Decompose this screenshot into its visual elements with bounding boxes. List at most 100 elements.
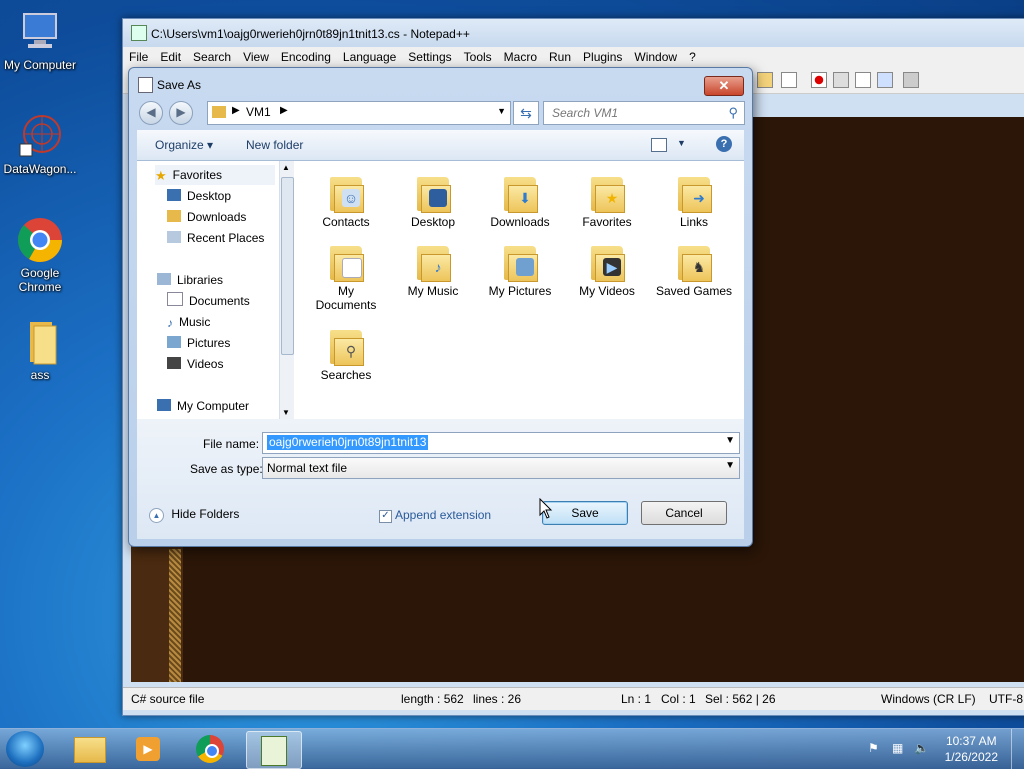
folder-my-videos[interactable]: ▶ My Videos — [567, 240, 647, 298]
menu-language[interactable]: Language — [337, 47, 402, 67]
desktop-icon-my-computer[interactable]: My Computer — [0, 8, 80, 72]
nav-libraries[interactable]: Libraries — [157, 270, 223, 290]
nav-scrollbar[interactable]: ▲ ▼ — [279, 161, 294, 419]
help-button[interactable]: ? — [716, 136, 732, 152]
menu-window[interactable]: Window — [628, 47, 683, 67]
folder-desktop[interactable]: Desktop — [393, 171, 473, 229]
breadcrumb-vm1[interactable]: VM1 — [246, 105, 271, 119]
desktop-icon-label: My Computer — [3, 58, 77, 72]
file-name-value: oajg0rwerieh0jrn0t89jn1tnit13 — [267, 435, 429, 450]
menu-plugins[interactable]: Plugins — [577, 47, 628, 67]
taskbar-chrome[interactable] — [184, 731, 238, 767]
folder-my-documents[interactable]: My Documents — [306, 240, 386, 312]
menu-macro[interactable]: Macro — [498, 47, 543, 67]
folder-saved-games[interactable]: ♞ Saved Games — [654, 240, 734, 298]
nav-pictures[interactable]: Pictures — [167, 333, 230, 353]
close-button[interactable]: ✕ — [704, 76, 744, 96]
nav-music[interactable]: ♪ Music — [167, 312, 210, 332]
folder-icon — [74, 737, 106, 763]
folder-icon — [212, 106, 226, 118]
append-extension-label[interactable]: Append extension — [395, 508, 491, 522]
folder-searches[interactable]: ⚲ Searches — [306, 324, 386, 382]
refresh-button[interactable]: ⇆ — [513, 101, 539, 125]
start-button[interactable] — [6, 731, 44, 767]
folder-icon — [16, 318, 64, 366]
search-box[interactable]: Search VM1 ⚲ — [543, 101, 745, 125]
folder-icon[interactable] — [757, 72, 773, 88]
show-desktop-button[interactable] — [1011, 729, 1024, 769]
folder-downloads[interactable]: ⬇ Downloads — [480, 171, 560, 229]
menu-encoding[interactable]: Encoding — [275, 47, 337, 67]
view-dropdown-icon[interactable]: ▼ — [677, 138, 686, 148]
folder-my-pictures[interactable]: My Pictures — [480, 240, 560, 298]
menu-view[interactable]: View — [237, 47, 275, 67]
breadcrumb-chevron-icon[interactable]: ▶ — [280, 105, 288, 116]
menu-search[interactable]: Search — [187, 47, 237, 67]
clock[interactable]: 10:37 AM 1/26/2022 — [945, 733, 998, 765]
save-macro-icon[interactable] — [903, 72, 919, 88]
network-icon[interactable]: ▦ — [892, 741, 906, 755]
volume-icon[interactable]: 🔈 — [914, 741, 929, 755]
pictures-folder-icon — [500, 240, 540, 282]
desktop-icon-chrome[interactable]: Google Chrome — [0, 216, 80, 294]
breadcrumb-arrow-icon[interactable]: ▶ — [232, 105, 240, 116]
star-icon: ★ — [155, 168, 167, 183]
nav-documents[interactable]: Documents — [167, 291, 250, 311]
folder-favorites[interactable]: ★ Favorites — [567, 171, 647, 229]
save-as-type-dropdown-icon[interactable]: ▼ — [725, 460, 735, 471]
menu-settings[interactable]: Settings — [402, 47, 457, 67]
taskbar-media-player[interactable]: ▶ — [122, 731, 176, 767]
stop-macro-icon[interactable] — [833, 72, 849, 88]
desktop-icon-ass-folder[interactable]: ass — [0, 318, 80, 382]
dialog-title: Save As — [157, 78, 202, 92]
taskbar-explorer[interactable] — [62, 731, 116, 767]
nav-my-computer[interactable]: My Computer — [157, 396, 249, 416]
play-macro-icon[interactable] — [855, 72, 871, 88]
save-as-type-value: Normal text file — [267, 461, 348, 475]
action-center-icon[interactable]: ⚑ — [868, 741, 882, 755]
address-bar[interactable]: ▶ VM1 ▶ ▼ — [207, 101, 511, 125]
scroll-up-icon[interactable]: ▲ — [282, 163, 290, 172]
folder-contacts[interactable]: ☺ Contacts — [306, 171, 386, 229]
desktop-icon-label: DataWagon... — [3, 162, 77, 176]
desktop-icon-datawagon[interactable]: DataWagon... — [0, 112, 80, 176]
play-multiple-icon[interactable] — [877, 72, 893, 88]
record-macro-icon[interactable] — [811, 72, 827, 88]
hide-folders-button[interactable]: ▲ Hide Folders — [149, 507, 239, 523]
scroll-thumb[interactable] — [281, 177, 294, 355]
file-name-dropdown-icon[interactable]: ▼ — [725, 435, 735, 446]
save-as-type-select[interactable]: Normal text file ▼ — [262, 457, 740, 479]
save-button[interactable]: Save — [542, 501, 628, 525]
nav-desktop[interactable]: Desktop — [167, 186, 231, 206]
folder-my-music[interactable]: ♪ My Music — [393, 240, 473, 298]
scroll-down-icon[interactable]: ▼ — [282, 408, 290, 417]
documents-icon — [167, 292, 183, 306]
nav-recent-places[interactable]: Recent Places — [167, 228, 264, 248]
menu-file[interactable]: File — [123, 47, 154, 67]
organize-button[interactable]: Organize ▾ — [155, 138, 213, 152]
menu-edit[interactable]: Edit — [154, 47, 187, 67]
menu-run[interactable]: Run — [543, 47, 577, 67]
search-icon[interactable]: ⚲ — [728, 105, 738, 121]
append-extension-checkbox[interactable]: ✓ — [379, 510, 392, 523]
nav-downloads[interactable]: Downloads — [167, 207, 246, 227]
nav-favorites[interactable]: ★ Favorites — [155, 165, 275, 185]
taskbar-notepadpp[interactable] — [246, 731, 302, 769]
new-folder-button[interactable]: New folder — [246, 138, 303, 152]
contacts-icon: ☺ — [326, 171, 366, 213]
eye-icon[interactable] — [781, 72, 797, 88]
command-bar: Organize ▾ New folder ▼ ? — [137, 130, 744, 161]
file-name-input[interactable]: oajg0rwerieh0jrn0t89jn1tnit13 ▼ — [262, 432, 740, 454]
favorites-folder-icon: ★ — [587, 171, 627, 213]
forward-button[interactable]: ▶ — [169, 101, 193, 125]
status-encoding: UTF-8 — [989, 692, 1023, 706]
back-button[interactable]: ◀ — [139, 101, 163, 125]
view-options-icon[interactable] — [651, 138, 667, 152]
notepadpp-titlebar[interactable]: C:\Users\vm1\oajg0rwerieh0jrn0t89jn1tnit… — [123, 19, 1024, 47]
menu-tools[interactable]: Tools — [458, 47, 498, 67]
menu-help[interactable]: ? — [683, 47, 702, 67]
address-dropdown-icon[interactable]: ▼ — [497, 106, 506, 116]
cancel-button[interactable]: Cancel — [641, 501, 727, 525]
folder-links[interactable]: ➜ Links — [654, 171, 734, 229]
nav-videos[interactable]: Videos — [167, 354, 223, 374]
